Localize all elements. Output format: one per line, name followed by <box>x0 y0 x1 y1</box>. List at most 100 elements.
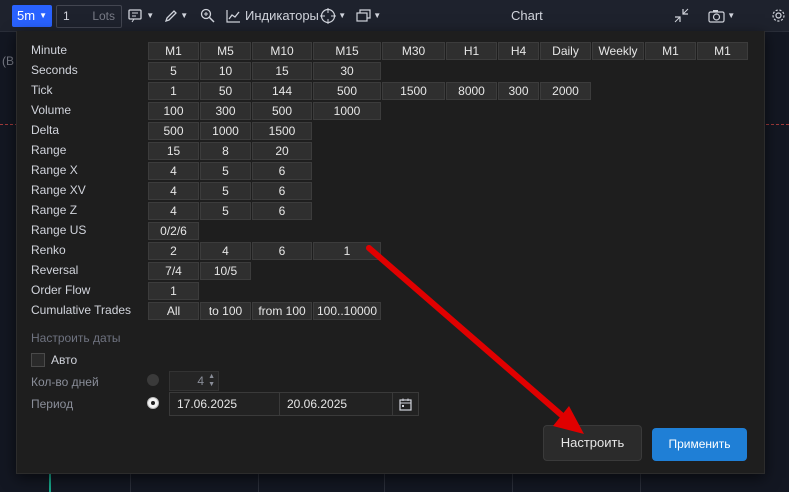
timeframe-cell[interactable]: 6 <box>252 162 312 180</box>
timeframe-cell[interactable]: 5 <box>200 182 251 200</box>
timeframe-cell[interactable]: 1000 <box>313 102 381 120</box>
timeframe-cell[interactable]: 50 <box>200 82 251 100</box>
date-from-input[interactable]: 17.06.2025 <box>169 392 281 416</box>
timeframe-cell[interactable]: 4 <box>148 202 199 220</box>
days-radio[interactable] <box>147 374 159 386</box>
timeframe-cell[interactable]: 4 <box>148 162 199 180</box>
date-to-input[interactable]: 20.06.2025 <box>279 392 393 416</box>
timeframe-cell[interactable]: 500 <box>313 82 381 100</box>
auto-checkbox[interactable] <box>31 353 45 367</box>
timeframe-cell[interactable]: 144 <box>252 82 312 100</box>
dates-section-title: Настроить даты <box>31 331 121 345</box>
days-count-value: 4 <box>197 374 204 388</box>
timeframe-cell[interactable]: 4 <box>200 242 251 260</box>
quantity-input[interactable]: 1 Lots <box>56 5 122 28</box>
timeframe-cell[interactable]: 20 <box>252 142 312 160</box>
timeframe-cell[interactable]: 300 <box>498 82 539 100</box>
settings-button[interactable] <box>771 0 786 31</box>
auto-checkbox-row[interactable]: Авто <box>31 351 77 369</box>
setup-button[interactable]: Настроить <box>543 425 642 461</box>
zoom-icon <box>200 8 215 23</box>
spinner-arrows-icon[interactable]: ▲ ▼ <box>208 373 215 389</box>
days-count-stepper[interactable]: 4 ▲ ▼ <box>169 371 219 391</box>
timeframe-row: Cumulative Trades All to 100 from 100 100..1… <box>17 301 764 321</box>
timeframe-cell[interactable]: 1500 <box>382 82 445 100</box>
timeframe-row: Range 15 8 20 <box>17 141 764 161</box>
indicators-button[interactable]: Индикаторы <box>226 0 319 31</box>
timeframe-cell[interactable]: 1 <box>148 82 199 100</box>
timeframe-cell[interactable]: 500 <box>148 122 199 140</box>
collapse-button[interactable] <box>674 0 689 31</box>
timeframe-cell[interactable]: 2000 <box>540 82 591 100</box>
timeframe-row-label: Volume <box>31 103 72 117</box>
timeframe-cell[interactable]: 10/5 <box>200 262 251 280</box>
crosshair-button[interactable]: ▼ <box>320 0 346 31</box>
timeframe-cell[interactable]: 5 <box>200 162 251 180</box>
timeframe-cell[interactable]: M30 <box>382 42 445 60</box>
quantity-value: 1 <box>63 9 70 23</box>
timeframe-cell[interactable]: 30 <box>313 62 381 80</box>
timeframe-cell[interactable]: 4 <box>148 182 199 200</box>
timeframe-cell[interactable]: M1 <box>645 42 696 60</box>
timeframe-cell[interactable]: 8000 <box>446 82 497 100</box>
layout-button[interactable]: ▼ <box>356 0 381 31</box>
timeframe-row-label: Minute <box>31 43 68 57</box>
timeframe-cell[interactable]: M10 <box>252 42 312 60</box>
caret-down-icon: ▼ <box>144 11 155 20</box>
timeframe-cell[interactable]: to 100 <box>200 302 251 320</box>
timeframe-cell[interactable]: M1 <box>697 42 748 60</box>
zoom-button[interactable] <box>200 0 215 31</box>
timeframe-cell[interactable]: 100 <box>148 102 199 120</box>
timeframe-cell[interactable]: M15 <box>313 42 381 60</box>
chart-type-button[interactable]: ▼ <box>128 0 154 31</box>
indicators-label: Индикаторы <box>245 8 319 23</box>
timeframe-dropdown[interactable]: 5m ▼ <box>12 0 52 31</box>
timeframe-row-label: Reversal <box>31 263 79 277</box>
timeframe-row-label: Range US <box>31 223 87 237</box>
timeframe-cell[interactable]: 1500 <box>252 122 312 140</box>
timeframe-row: Range XV 4 5 6 <box>17 181 764 201</box>
line-chart-icon <box>226 9 240 23</box>
drawing-tools-button[interactable]: ▼ <box>164 0 188 31</box>
candles-icon <box>128 8 142 22</box>
timeframe-cell[interactable]: 5 <box>148 62 199 80</box>
settings-icon <box>772 9 785 22</box>
timeframe-cell[interactable]: 500 <box>252 102 312 120</box>
timeframe-cell[interactable]: 5 <box>200 202 251 220</box>
timeframe-cell[interactable]: 8 <box>200 142 251 160</box>
timeframe-cell[interactable]: Daily <box>540 42 591 60</box>
timeframe-cell[interactable]: H1 <box>446 42 497 60</box>
timeframe-row: Order Flow 1 <box>17 281 764 301</box>
timeframe-cell[interactable]: M1 <box>148 42 199 60</box>
timeframe-cell[interactable]: 6 <box>252 202 312 220</box>
timeframe-cell[interactable]: 10 <box>200 62 251 80</box>
timeframe-cell[interactable]: All <box>148 302 199 320</box>
timeframe-row-label: Seconds <box>31 63 78 77</box>
timeframe-cell[interactable]: 2 <box>148 242 199 260</box>
timeframe-cell[interactable]: Weekly <box>592 42 644 60</box>
timeframe-cell[interactable]: from 100 <box>252 302 312 320</box>
timeframe-cell[interactable]: 0/2/6 <box>148 222 199 240</box>
timeframe-cell[interactable]: M5 <box>200 42 251 60</box>
crosshair-icon <box>320 7 336 24</box>
camera-icon <box>708 9 725 23</box>
apply-button[interactable]: Применить <box>652 428 747 461</box>
timeframe-cell[interactable]: 15 <box>148 142 199 160</box>
timeframe-cell[interactable]: 1 <box>313 242 381 260</box>
timeframe-cell[interactable]: 1000 <box>200 122 251 140</box>
timeframe-row: Tick 1 50 144 500 1500 8000 300 2000 <box>17 81 764 101</box>
timeframe-cell[interactable]: 100..10000 <box>313 302 381 320</box>
period-radio[interactable] <box>147 397 159 409</box>
timeframe-cell[interactable]: 7/4 <box>148 262 199 280</box>
timeframe-row: Range X 456 <box>17 161 764 181</box>
timeframe-cell[interactable]: 1 <box>148 282 199 300</box>
caret-down-icon: ▼ <box>725 11 736 20</box>
timeframe-row-label: Range <box>31 143 67 157</box>
timeframe-cell[interactable]: 6 <box>252 242 312 260</box>
calendar-button[interactable] <box>392 392 419 416</box>
timeframe-cell[interactable]: 300 <box>200 102 251 120</box>
timeframe-cell[interactable]: 6 <box>252 182 312 200</box>
timeframe-cell[interactable]: 15 <box>252 62 312 80</box>
timeframe-cell[interactable]: H4 <box>498 42 539 60</box>
screenshot-button[interactable]: ▼ <box>708 0 735 31</box>
